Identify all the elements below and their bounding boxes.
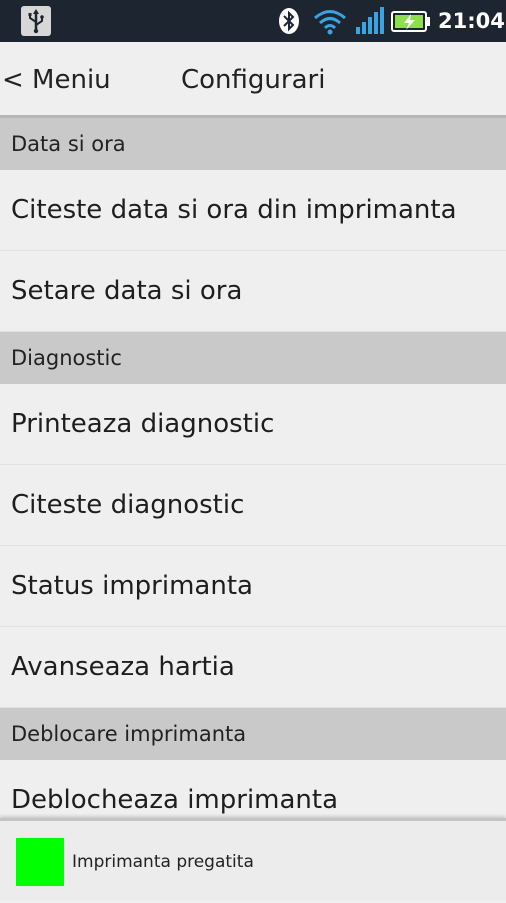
- list-item[interactable]: Citeste data si ora din imprimanta: [0, 170, 506, 251]
- section-header: Diagnostic: [0, 332, 506, 384]
- list-item[interactable]: Citeste diagnostic: [0, 465, 506, 546]
- back-button[interactable]: < Meniu: [0, 42, 113, 118]
- clock: 21:04: [438, 9, 505, 33]
- page-title: Configurari: [181, 65, 326, 95]
- list-item[interactable]: Printeaza diagnostic: [0, 384, 506, 465]
- list-item[interactable]: Deblocheaza imprimanta: [0, 760, 506, 818]
- list-item[interactable]: Setare data si ora: [0, 251, 506, 332]
- section-header: Data si ora: [0, 118, 506, 170]
- settings-list: Data si ora Citeste data si ora din impr…: [0, 118, 506, 818]
- usb-icon: [21, 6, 51, 36]
- status-footer: Imprimanta pregatita: [0, 818, 506, 900]
- title-bar: < Meniu Configurari: [0, 42, 506, 118]
- printer-status-text: Imprimanta pregatita: [72, 852, 254, 872]
- list-item[interactable]: Avanseaza hartia: [0, 627, 506, 708]
- section-header: Deblocare imprimanta: [0, 708, 506, 760]
- status-bar: 21:04: [0, 0, 506, 42]
- bluetooth-icon: [279, 8, 299, 34]
- battery-charging-icon: [391, 11, 430, 32]
- list-item[interactable]: Status imprimanta: [0, 546, 506, 627]
- signal-icon: [356, 7, 384, 34]
- wifi-icon: [314, 10, 346, 35]
- printer-status-indicator: [16, 838, 64, 886]
